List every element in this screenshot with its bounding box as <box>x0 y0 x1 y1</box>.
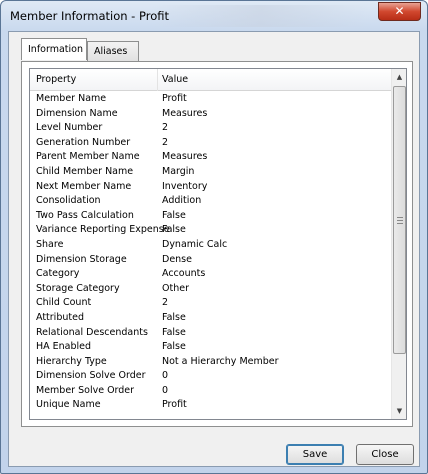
property-name: HA Enabled <box>36 341 92 353</box>
property-value: False <box>162 326 186 338</box>
property-value: Addition <box>162 195 202 207</box>
tab-aliases[interactable]: Aliases <box>87 41 139 61</box>
table-row[interactable]: Member Name Profit <box>30 92 392 107</box>
property-name: Dimension Name <box>36 107 118 119</box>
table-row[interactable]: Next Member Name Inventory <box>30 180 392 195</box>
property-value: False <box>162 209 186 221</box>
property-name: Next Member Name <box>36 180 132 192</box>
property-value: Dense <box>162 253 192 265</box>
table-row[interactable]: Relational Descendants False <box>30 326 392 341</box>
table-row[interactable]: Level Number 2 <box>30 121 392 136</box>
property-name: Unique Name <box>36 399 101 411</box>
column-header-value[interactable]: Value <box>162 74 188 85</box>
property-name: Variance Reporting Expense <box>36 224 170 236</box>
property-value: False <box>162 224 186 236</box>
property-value: Accounts <box>162 268 206 280</box>
property-value: Margin <box>162 165 195 177</box>
window-title: Member Information - Profit <box>10 9 169 23</box>
table-row[interactable]: HA Enabled False <box>30 340 392 355</box>
scroll-up-arrow-icon[interactable]: ▲ <box>392 69 406 85</box>
property-name: Parent Member Name <box>36 151 140 163</box>
property-value: Measures <box>162 107 208 119</box>
property-name: Dimension Storage <box>36 253 127 265</box>
property-name: Relational Descendants <box>36 326 148 338</box>
table-row[interactable]: Variance Reporting Expense False <box>30 223 392 238</box>
property-name: Child Count <box>36 297 92 309</box>
property-value: 0 <box>162 384 169 396</box>
grid-rows: Member Name Profit Dimension Name Measures L… <box>30 92 392 413</box>
table-row[interactable]: Generation Number 2 <box>30 136 392 151</box>
property-name: Child Member Name <box>36 165 134 177</box>
table-row[interactable]: Dimension Solve Order 0 <box>30 369 392 384</box>
table-row[interactable]: Category Accounts <box>30 267 392 282</box>
property-grid[interactable]: Property Value Member Name Profit Dimensio… <box>29 68 407 420</box>
table-row[interactable]: Consolidation Addition <box>30 194 392 209</box>
member-information-dialog: Member Information - Profit ✕ Informatio… <box>0 0 428 474</box>
property-name: Attributed <box>36 311 84 323</box>
property-value: 2 <box>162 136 169 148</box>
close-button[interactable]: Close <box>356 444 414 465</box>
table-row[interactable]: Child Count 2 <box>30 296 392 311</box>
table-row[interactable]: Parent Member Name Measures <box>30 150 392 165</box>
table-row[interactable]: Unique Name Profit <box>30 398 392 413</box>
grip-icon <box>397 217 403 224</box>
grid-header: Property Value <box>30 69 392 91</box>
property-name: Share <box>36 238 64 250</box>
table-row[interactable]: Dimension Storage Dense <box>30 253 392 268</box>
property-value: 2 <box>162 122 169 134</box>
close-icon: ✕ <box>394 4 405 18</box>
property-value: False <box>162 341 186 353</box>
information-panel: Property Value Member Name Profit Dimensio… <box>21 61 413 427</box>
property-value: Profit <box>162 93 187 104</box>
title-bar[interactable]: Member Information - Profit ✕ <box>1 1 427 31</box>
property-name: Generation Number <box>36 136 131 148</box>
property-value: Not a Hierarchy Member <box>162 355 279 367</box>
dialog-body: Information Aliases Property Value Membe… <box>8 31 420 467</box>
property-value: 0 <box>162 370 169 382</box>
save-button[interactable]: Save <box>286 444 344 465</box>
property-value: Other <box>162 282 189 294</box>
table-row[interactable]: Two Pass Calculation False <box>30 209 392 224</box>
table-row[interactable]: Attributed False <box>30 311 392 326</box>
column-header-property[interactable]: Property <box>36 74 76 85</box>
property-value: False <box>162 311 186 323</box>
tab-information[interactable]: Information <box>21 38 87 60</box>
table-row[interactable]: Share Dynamic Calc <box>30 238 392 253</box>
scrollbar-thumb[interactable] <box>393 86 406 354</box>
title-bar-blur <box>151 5 371 27</box>
property-name: Consolidation <box>36 195 101 207</box>
property-name: Hierarchy Type <box>36 355 107 367</box>
property-name: Two Pass Calculation <box>36 209 134 221</box>
property-name: Member Name <box>36 93 107 104</box>
property-name: Member Solve Order <box>36 384 135 396</box>
property-value: Profit <box>162 399 187 411</box>
property-name: Dimension Solve Order <box>36 370 146 382</box>
property-value: Inventory <box>162 180 208 192</box>
table-row[interactable]: Storage Category Other <box>30 282 392 297</box>
scroll-down-arrow-icon[interactable]: ▼ <box>392 403 406 419</box>
vertical-scrollbar[interactable]: ▲ ▼ <box>391 69 406 419</box>
property-name: Category <box>36 268 80 280</box>
table-row[interactable]: Member Solve Order 0 <box>30 384 392 399</box>
property-value: Dynamic Calc <box>162 238 228 250</box>
window-close-button[interactable]: ✕ <box>378 2 421 21</box>
property-name: Level Number <box>36 122 103 134</box>
property-value: Measures <box>162 151 208 163</box>
table-row[interactable]: Hierarchy Type Not a Hierarchy Member <box>30 355 392 370</box>
table-row[interactable]: Child Member Name Margin <box>30 165 392 180</box>
table-row[interactable]: Dimension Name Measures <box>30 107 392 122</box>
property-name: Storage Category <box>36 282 120 294</box>
property-value: 2 <box>162 297 169 309</box>
column-divider[interactable] <box>157 69 158 91</box>
